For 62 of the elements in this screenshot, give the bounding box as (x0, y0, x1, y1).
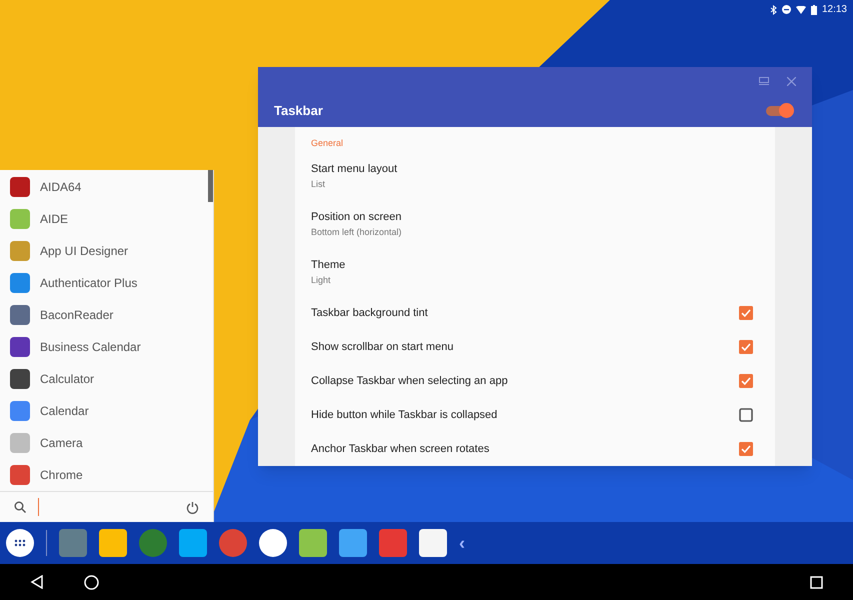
app-list-item[interactable]: Calculator (0, 363, 208, 395)
checkbox[interactable] (739, 340, 753, 354)
setting-row[interactable]: Start menu layout List (295, 152, 775, 200)
app-name: Chrome (40, 467, 83, 484)
app-name: Calculator (40, 371, 94, 388)
setting-title: Collapse Taskbar when selecting an app (311, 374, 508, 389)
home-icon[interactable] (84, 574, 99, 590)
app-list-item[interactable]: Camera (0, 427, 208, 459)
recents-icon[interactable] (810, 576, 823, 588)
search-icon (14, 501, 26, 513)
app-list-item[interactable]: Business Calendar (0, 331, 208, 363)
setting-summary: Bottom left (horizontal) (311, 226, 403, 239)
back-icon[interactable] (30, 575, 44, 589)
app-name: App UI Designer (40, 243, 128, 260)
checkbox[interactable] (739, 442, 753, 456)
app-list-item[interactable]: Chrome (0, 459, 208, 491)
app-list-item[interactable]: BaconReader (0, 299, 208, 331)
app-list-item[interactable]: App UI Designer (0, 235, 208, 267)
setting-title: Hide button while Taskbar is collapsed (311, 408, 498, 423)
checkbox[interactable] (739, 408, 753, 422)
setting-title: Position on screen (311, 210, 402, 225)
grid-dots-icon (14, 539, 26, 547)
app-name: Camera (40, 435, 83, 452)
setting-row[interactable]: Position on screen Bottom left (horizontal) (295, 200, 775, 248)
window-minimize-icon[interactable] (759, 77, 769, 85)
setting-title: Anchor Taskbar when screen rotates (311, 442, 490, 457)
wifi-icon (796, 6, 806, 14)
setting-summary: Light (311, 274, 332, 287)
do-not-disturb-icon (782, 5, 791, 14)
power-icon[interactable] (186, 500, 199, 514)
setting-title: Start menu layout (311, 162, 398, 177)
app-name: BaconReader (40, 307, 114, 324)
app-list-item[interactable]: AIDA64 (0, 171, 208, 203)
clock: 12:13 (822, 3, 847, 17)
collapse-button[interactable]: ‹ (459, 530, 465, 556)
setting-row[interactable]: Anchor Taskbar when screen rotates (295, 432, 775, 466)
setting-summary: List (311, 178, 326, 190)
window-title: Taskbar (274, 102, 323, 120)
setting-row[interactable]: Taskbar background tint (295, 296, 775, 330)
app-name: Calendar (40, 403, 89, 420)
app-drawer-button[interactable] (6, 529, 34, 557)
app-name: AIDA64 (40, 179, 82, 196)
app-name: AIDE (40, 211, 68, 228)
checkbox[interactable] (739, 374, 753, 388)
app-icon[interactable] (259, 529, 287, 557)
setting-row[interactable]: Collapse Taskbar when selecting an app (295, 364, 775, 398)
app-name: Business Calendar (40, 339, 141, 356)
close-icon[interactable] (787, 76, 796, 86)
checkbox[interactable] (739, 306, 753, 320)
setting-row[interactable]: Hide button while Taskbar is collapsed (295, 398, 775, 432)
setting-title: Show scrollbar on start menu (311, 340, 454, 355)
setting-row[interactable]: Theme Light (295, 248, 775, 296)
app-list-item[interactable]: Authenticator Plus (0, 267, 208, 299)
bluetooth-icon (770, 4, 777, 14)
app-name: Authenticator Plus (40, 275, 138, 292)
setting-title: Theme (311, 258, 346, 273)
app-list-item[interactable]: Calendar (0, 395, 208, 427)
section-header: General (310, 136, 344, 150)
scrollbar-thumb[interactable] (208, 170, 213, 202)
app-list-item[interactable]: AIDE (0, 203, 208, 235)
setting-row[interactable]: Show scrollbar on start menu (295, 330, 775, 364)
setting-title: Taskbar background tint (311, 306, 428, 321)
